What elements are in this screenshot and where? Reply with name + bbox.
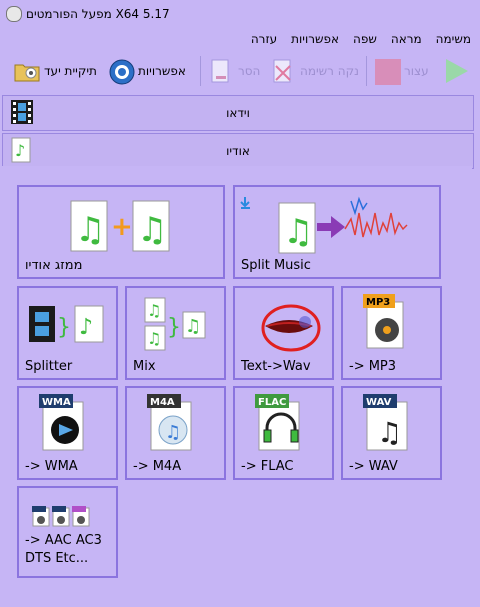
tile-to-aac[interactable]: -> AAC AC3 DTS Etc... [17,486,118,578]
app-icon[interactable] [6,6,22,22]
svg-text:}: } [167,315,181,340]
tile-to-wma-label: -> WMA [25,459,78,474]
m4a-file-icon: M4A ♫ [147,394,192,451]
menu-bar: משימה מראה שפה אפשרויות עזרה [0,28,480,50]
tile-text-to-wav[interactable]: Text->Wav [233,286,334,380]
tile-text-to-wav-label: Text->Wav [241,359,311,374]
svg-text:♪: ♪ [79,315,93,340]
svg-text:♫: ♫ [377,416,402,449]
m4a-badge-text: M4A [150,397,175,408]
svg-text:♫: ♫ [137,210,167,250]
remove-button[interactable]: הסר [208,56,260,86]
target-folder-button[interactable]: תיקיית יעד [14,56,97,86]
tile-splitter-label: Splitter [25,359,73,374]
mp3-file-icon: MP3 [363,294,404,349]
tile-split-music[interactable]: ♫ Split Music [233,185,441,279]
svg-text:♫: ♫ [147,301,161,320]
tile-mix-label: Mix [133,359,156,374]
flac-file-icon: FLAC [255,394,300,451]
split-music-icon: ♫ [240,196,408,254]
svg-text:♫: ♫ [185,316,201,337]
speaking-lips-icon [261,304,321,352]
film-icon [9,99,35,125]
tile-to-wma[interactable]: WMA -> WMA [17,386,118,480]
svg-text:♫: ♫ [283,212,313,252]
toolbar-separator [366,56,367,86]
svg-text:♫: ♫ [75,210,105,250]
folder-icon [14,58,40,84]
tile-to-wav-label: -> WAV [349,459,398,474]
mp3-badge-text: MP3 [366,297,390,308]
section-video[interactable]: וידאו [2,95,474,131]
remove-label: הסר [238,64,261,78]
stop-icon [374,58,401,85]
svg-text:♫: ♫ [147,329,161,348]
audio-join-icon: ♫ + ♫ [70,200,170,252]
menu-language[interactable]: שפה [346,32,384,46]
audio-file-icon: ♪ [9,137,35,163]
target-folder-label: תיקיית יעד [44,64,97,78]
tile-to-m4a-label: -> M4A [133,459,182,474]
tile-to-m4a[interactable]: M4A ♫ -> M4A [125,386,226,480]
splitter-icon: } ♪ [29,305,104,343]
clear-list-label: נקה רשימה [300,64,359,78]
wma-badge-text: WMA [42,397,71,408]
window-title: X64 5.17 מפעל הפורמטים [26,7,170,21]
play-icon [444,58,470,84]
tile-audio-joiner[interactable]: ♫ + ♫ ממזג אודיו [17,185,225,279]
section-audio-label: אודיו [226,144,250,158]
menu-task[interactable]: משימה [429,32,478,46]
flac-badge-text: FLAC [258,397,286,408]
tile-to-aac-label-line2: DTS Etc... [25,551,89,566]
svg-text:♫: ♫ [165,422,181,443]
toolbar-separator [200,56,201,86]
tile-to-mp3-label: -> MP3 [349,359,397,374]
multi-format-icon [32,506,90,527]
gear-icon [108,58,135,85]
wav-file-icon: WAV ♫ [363,394,408,451]
document-remove-icon [208,58,234,84]
title-bar: X64 5.17 מפעל הפורמטים [0,0,480,28]
tile-to-wav[interactable]: WAV ♫ -> WAV [341,386,442,480]
start-button[interactable] [444,56,470,86]
mix-icon: ♫ ♫ } ♫ [144,297,206,351]
tile-splitter[interactable]: } ♪ Splitter [17,286,118,380]
svg-text:+: + [111,212,133,242]
options-button[interactable]: אפשרויות [108,56,186,86]
tile-split-music-label: Split Music [241,258,311,273]
svg-text:♪: ♪ [15,141,25,160]
stop-label: עצור [404,64,429,78]
tile-to-aac-label-line1: -> AAC AC3 [25,533,102,548]
menu-view[interactable]: מראה [384,32,429,46]
section-video-label: וידאו [226,106,250,120]
clear-list-icon [270,58,296,84]
wav-badge-text: WAV [366,397,392,408]
tile-to-flac-label: -> FLAC [241,459,294,474]
stop-button[interactable]: עצור [374,56,429,86]
wma-file-icon: WMA [39,394,84,451]
tile-to-flac[interactable]: FLAC -> FLAC [233,386,334,480]
menu-help[interactable]: עזרה [244,32,284,46]
clear-list-button[interactable]: נקה רשימה [270,56,359,86]
tile-mix[interactable]: ♫ ♫ } ♫ Mix [125,286,226,380]
section-audio[interactable]: ♪ אודיו [2,133,474,169]
toolbar: תיקיית יעד אפשרויות הסר נקה רשימה עצור [0,50,480,92]
audio-tools-panel: ♫ + ♫ ממזג אודיו ♫ Split Music } ♪ Split… [2,166,472,607]
tile-audio-joiner-label: ממזג אודיו [25,258,83,273]
options-label: אפשרויות [138,64,186,78]
tile-to-mp3[interactable]: MP3 -> MP3 [341,286,442,380]
menu-options[interactable]: אפשרויות [284,32,346,46]
svg-text:}: } [57,315,71,340]
